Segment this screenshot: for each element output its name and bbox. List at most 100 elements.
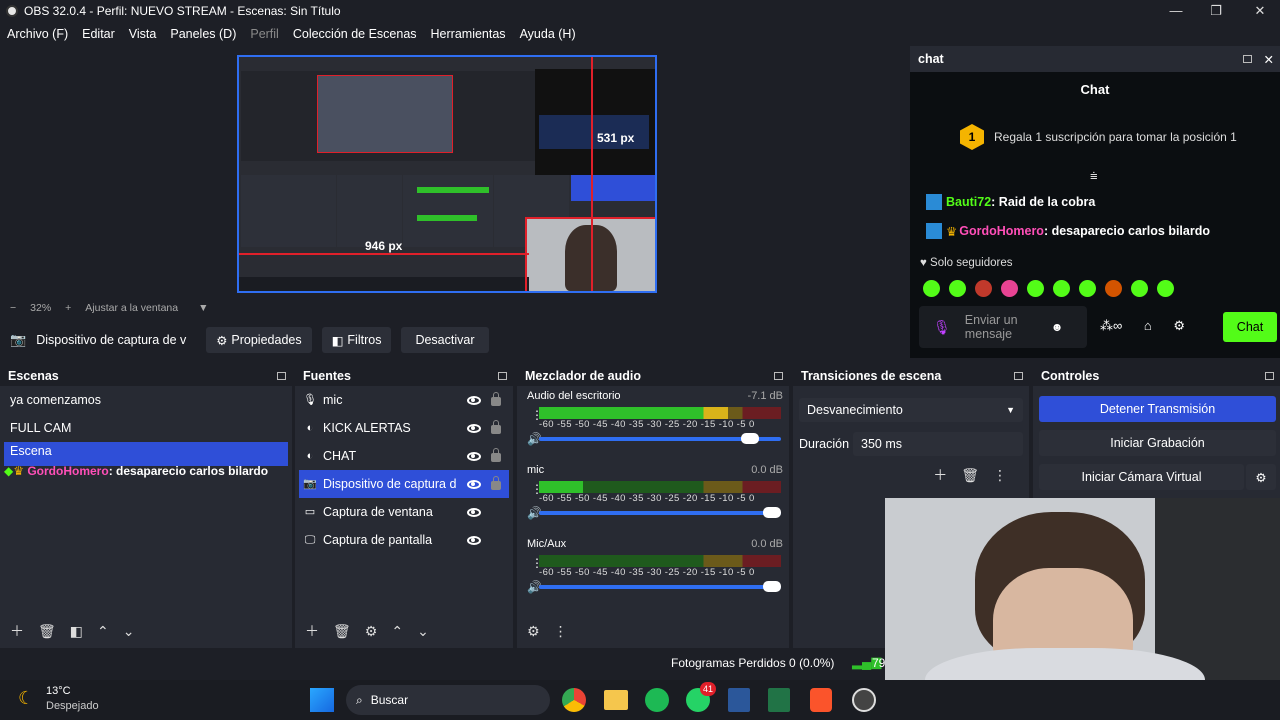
gear-icon[interactable]: ⚙ [1173, 318, 1185, 333]
emote-icon[interactable] [1079, 280, 1096, 297]
menu-vista[interactable]: Vista [129, 27, 157, 41]
add-icon[interactable]: ＋ [933, 465, 947, 485]
zoom-out-button[interactable]: − [10, 302, 16, 314]
collapse-icon[interactable]: ⩧ [1090, 168, 1098, 184]
lock-icon[interactable] [491, 476, 501, 490]
source-item[interactable]: 🖵 Captura de pantalla [295, 526, 513, 554]
stream-preview[interactable]: 531 px 946 px [237, 55, 657, 293]
folder-icon[interactable] [604, 690, 628, 710]
transition-select[interactable]: Desvanecimiento ▼ [799, 398, 1023, 422]
chevron-up-icon[interactable]: ⌃ [391, 623, 403, 640]
emote-icon[interactable] [1105, 280, 1122, 297]
maximize-button[interactable]: ❐ [1206, 2, 1226, 20]
close-icon[interactable]: ✕ [1264, 52, 1274, 67]
menu-paneles[interactable]: Paneles (D) [170, 27, 236, 41]
volume-slider-handle[interactable] [740, 433, 759, 444]
menu-archivo[interactable]: Archivo (F) [7, 27, 68, 41]
popout-icon[interactable] [774, 372, 783, 380]
trash-icon[interactable]: 🗑 [333, 623, 351, 640]
chat-user[interactable]: GordoHomero [959, 224, 1044, 238]
chevron-down-icon[interactable]: ⌄ [123, 623, 135, 640]
chevron-up-icon[interactable]: ⌃ [97, 623, 109, 640]
eye-icon[interactable] [467, 451, 481, 461]
popout-icon[interactable] [498, 372, 507, 380]
brave-icon[interactable] [810, 688, 832, 712]
menu-editar[interactable]: Editar [82, 27, 115, 41]
emote-icon[interactable] [1157, 280, 1174, 297]
lock-icon[interactable] [491, 420, 501, 434]
excel-icon[interactable] [768, 688, 790, 712]
scene-item-selected[interactable]: Escena [4, 442, 288, 466]
obs-taskbar-icon[interactable] [852, 688, 876, 712]
add-icon[interactable]: ＋ [305, 621, 319, 641]
virtual-camera-settings-icon[interactable]: ⚙ [1246, 464, 1276, 490]
emote-icon[interactable] [975, 280, 992, 297]
emote-icon[interactable] [1053, 280, 1070, 297]
spotify-icon[interactable] [645, 688, 669, 712]
scene-item[interactable]: FULL CAM [0, 414, 292, 442]
popout-icon[interactable] [1265, 372, 1274, 380]
menu-ayuda[interactable]: Ayuda (H) [520, 27, 576, 41]
menu-dots-icon[interactable]: ⋮ [993, 467, 1007, 484]
microphone-icon[interactable]: 🎙 [933, 319, 951, 336]
menu-herramientas[interactable]: Herramientas [431, 27, 506, 41]
duration-spinbox[interactable]: 350 ms [853, 432, 1023, 456]
zoom-fit-option[interactable]: Ajustar a la ventana [85, 302, 178, 314]
eye-icon[interactable] [467, 479, 481, 489]
filters-button[interactable]: ◧ Filtros [321, 327, 392, 353]
trash-icon[interactable]: 🗑 [38, 623, 56, 640]
filter-icon[interactable]: ◧ [70, 623, 83, 640]
add-icon[interactable]: ＋ [10, 621, 24, 641]
emote-icon[interactable] [949, 280, 966, 297]
source-item[interactable]: ◐ KICK ALERTAS [295, 414, 513, 442]
eye-icon[interactable] [467, 395, 481, 405]
trash-icon[interactable]: 🗑 [961, 467, 979, 484]
lock-icon[interactable] [491, 392, 501, 406]
source-item-selected[interactable]: 📷 Dispositivo de captura d [299, 470, 509, 498]
message-input[interactable]: 🎙 Enviar un mensaje ☻ [919, 306, 1087, 348]
eye-icon[interactable] [467, 535, 481, 545]
eye-icon[interactable] [467, 423, 481, 433]
lock-icon[interactable] [491, 448, 501, 462]
zoom-in-button[interactable]: + [65, 302, 71, 314]
source-item[interactable]: 🎙 mic [295, 386, 513, 414]
windows-start-icon[interactable] [310, 688, 334, 712]
popout-icon[interactable] [277, 372, 286, 380]
menu-perfil[interactable]: Perfil [250, 27, 278, 41]
chevron-down-icon[interactable]: ⌄ [417, 623, 429, 640]
popout-icon[interactable] [1242, 55, 1252, 63]
volume-slider-handle[interactable] [763, 507, 781, 518]
virtual-camera-button[interactable]: Iniciar Cámara Virtual [1039, 464, 1244, 490]
source-item[interactable]: ◐ CHAT [295, 442, 513, 470]
close-button[interactable]: ✕ [1250, 2, 1270, 20]
volume-slider[interactable] [539, 433, 781, 444]
emote-icon[interactable] [1027, 280, 1044, 297]
menu-dots-icon[interactable]: ⋮ [554, 623, 568, 640]
emote-icon[interactable] [1001, 280, 1018, 297]
deactivate-button[interactable]: Desactivar [401, 327, 489, 353]
scene-item[interactable]: ya comenzamos [0, 386, 292, 414]
menu-coleccion[interactable]: Colección de Escenas [293, 27, 417, 41]
volume-slider[interactable] [539, 581, 781, 592]
emoji-icon[interactable]: ☻ [1051, 320, 1064, 334]
store-icon[interactable]: ⌂ [1144, 318, 1152, 333]
popout-icon[interactable] [1014, 372, 1023, 380]
chrome-icon[interactable] [562, 688, 586, 712]
stop-stream-button[interactable]: Detener Transmisión [1039, 396, 1276, 422]
eye-icon[interactable] [467, 507, 481, 517]
word-icon[interactable] [728, 688, 750, 712]
emote-icon[interactable] [923, 280, 940, 297]
volume-slider-handle[interactable] [763, 581, 781, 592]
chat-user[interactable]: Bauti72 [946, 195, 991, 209]
zoom-dropdown-icon[interactable]: ▼ [198, 302, 208, 314]
start-recording-button[interactable]: Iniciar Grabación [1039, 430, 1276, 456]
advanced-audio-icon[interactable]: ⚙ [527, 623, 540, 640]
emote-icon[interactable] [1131, 280, 1148, 297]
send-chat-button[interactable]: Chat [1223, 312, 1277, 342]
taskbar-search[interactable]: ⌕ Buscar [346, 685, 550, 715]
users-icon[interactable]: ⁂∞ [1100, 318, 1122, 333]
source-item[interactable]: ▭ Captura de ventana [295, 498, 513, 526]
volume-slider[interactable] [539, 507, 781, 518]
gear-icon[interactable]: ⚙ [365, 623, 378, 640]
properties-button[interactable]: ⚙ Propiedades [206, 327, 312, 353]
